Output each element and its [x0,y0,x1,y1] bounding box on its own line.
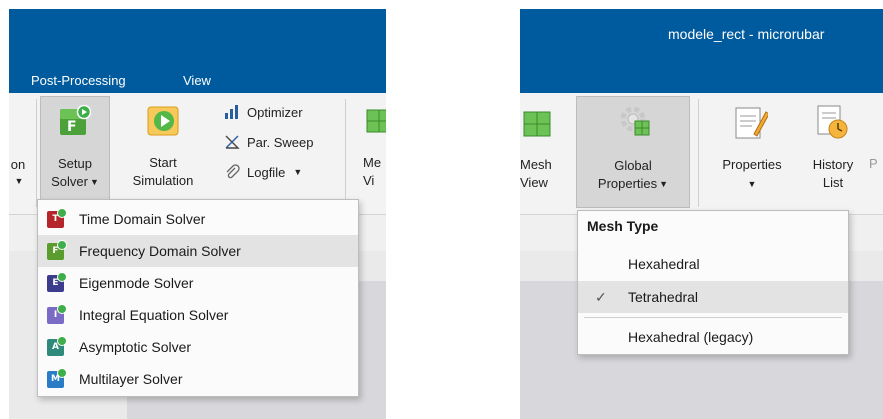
menu-view[interactable]: View [183,73,211,88]
ribbon-separator [345,99,346,207]
ribbon-separator [698,99,699,207]
history-list-label-1: History [812,157,854,172]
start-simulation-button[interactable]: Start Simulation [117,96,209,208]
history-list-icon [816,104,850,142]
ribbon-prev-label: on [10,157,26,172]
optimizer-label: Optimizer [247,104,303,120]
par-sweep-button[interactable]: Par. Sweep [223,133,314,151]
optimizer-button[interactable]: Optimizer [223,103,303,121]
menu-item-eigenmode-solver[interactable]: E Eigenmode Solver [38,267,358,299]
logfile-button[interactable]: Logfile ▼ [223,163,302,181]
svg-text:F: F [67,119,77,135]
setup-solver-label-2: Solver [51,174,88,189]
menu-item-label: Asymptotic Solver [79,339,192,355]
eigenmode-solver-icon: E [47,271,67,292]
menu-item-label: Time Domain Solver [79,211,206,227]
ribbon-prev-button[interactable]: on ▼ [9,156,31,190]
setup-solver-dropdown: T Time Domain Solver F Frequency Domain … [37,199,359,397]
ribbon: on ▼ F Setup Solver ▼ Start Simulation O… [9,93,386,215]
mesh-view-label-1: Me [363,155,382,170]
chevron-down-icon: ▼ [293,167,303,177]
par-sweep-icon [223,133,241,151]
menu-item-hexahedral-legacy[interactable]: Hexahedral (legacy) [578,321,848,353]
mesh-view-label-1: Mesh [520,157,552,172]
start-simulation-icon [147,104,181,138]
menu-item-frequency-domain-solver[interactable]: F Frequency Domain Solver [38,235,358,267]
menu-item-label: Eigenmode Solver [79,275,194,291]
menu-item-tetrahedral[interactable]: ✓ Tetrahedral [578,281,848,313]
optimizer-icon [223,103,241,121]
menu-item-label: Hexahedral (legacy) [628,329,754,345]
global-properties-label-2: Properties [597,176,658,191]
global-properties-label-2-wrap: Properties ▼ [577,175,689,193]
menu-item-label: Frequency Domain Solver [79,243,241,259]
integral-equation-solver-icon: I [47,303,67,324]
global-properties-button[interactable]: Global Properties ▼ [576,96,690,208]
menu-separator [584,317,842,318]
menu-item-label: Hexahedral [628,256,700,272]
menu-item-time-domain-solver[interactable]: T Time Domain Solver [38,203,358,235]
menu-post-processing[interactable]: Post-Processing [31,73,126,88]
setup-solver-icon: F [59,104,92,137]
chevron-down-icon: ▼ [659,179,669,189]
history-list-label-2: List [822,175,844,190]
ribbon-separator [36,99,37,207]
global-properties-label-1: Global [614,158,652,173]
menu-item-multilayer-solver[interactable]: M Multilayer Solver [38,363,358,395]
mesh-view-button[interactable]: Mesh View [520,96,568,208]
mesh-view-button-partial[interactable]: Me Vi [355,96,386,208]
asymptotic-solver-icon: A [47,335,67,356]
menu-item-asymptotic-solver[interactable]: A Asymptotic Solver [38,331,358,363]
properties-icon [734,104,770,142]
left-screenshot-panel: Post-Processing View on ▼ F Setup Solver… [9,9,386,419]
checkmark-icon: ✓ [595,288,607,305]
chevron-down-icon: ▼ [14,176,24,186]
properties-button[interactable]: Properties ▼ [704,96,800,208]
setup-solver-label-2-wrap: Solver ▼ [41,173,109,191]
title-bar: modele_rect - microrubar [520,9,883,93]
properties-label: Properties [722,157,782,172]
menu-item-label: Tetrahedral [628,289,699,305]
menu-bar: Post-Processing View [9,63,386,93]
menu-item-label: Integral Equation Solver [79,307,229,323]
menu-item-integral-equation-solver[interactable]: I Integral Equation Solver [38,299,358,331]
mesh-view-icon [365,106,386,134]
chevron-down-icon: ▼ [747,179,757,189]
mesh-view-label-2: View [520,175,548,190]
start-simulation-label-1: Start [149,155,177,170]
mesh-view-label-2: Vi [363,173,375,188]
setup-solver-label-1: Setup [58,156,92,171]
window-title: modele_rect - microrubar [668,26,825,42]
title-bar: Post-Processing View [9,9,386,93]
time-domain-solver-icon: T [47,207,67,228]
right-screenshot-panel: modele_rect - microrubar Mesh View Globa… [520,9,883,419]
multilayer-solver-icon: M [47,367,67,388]
logfile-label: Logfile [247,164,286,180]
gear-icon [617,103,653,139]
par-sweep-label: Par. Sweep [247,134,314,150]
menu-item-hexahedral[interactable]: Hexahedral [578,248,848,280]
setup-solver-button[interactable]: F Setup Solver ▼ [40,96,110,208]
mesh-view-icon [522,108,552,138]
menu-item-label: Multilayer Solver [79,371,183,387]
start-simulation-label-2: Simulation [132,173,194,188]
ribbon: Mesh View Global Properties ▼ Properties… [520,93,883,215]
chevron-down-icon: ▼ [89,177,99,187]
mesh-type-header: Mesh Type [587,218,659,234]
paperclip-icon [223,163,241,181]
frequency-domain-solver-icon: F [47,239,67,260]
history-list-button[interactable]: History List [800,96,866,208]
cut-off-button-label[interactable]: P [869,156,878,171]
mesh-type-dropdown: Mesh Type Hexahedral ✓ Tetrahedral Hexah… [577,210,849,355]
